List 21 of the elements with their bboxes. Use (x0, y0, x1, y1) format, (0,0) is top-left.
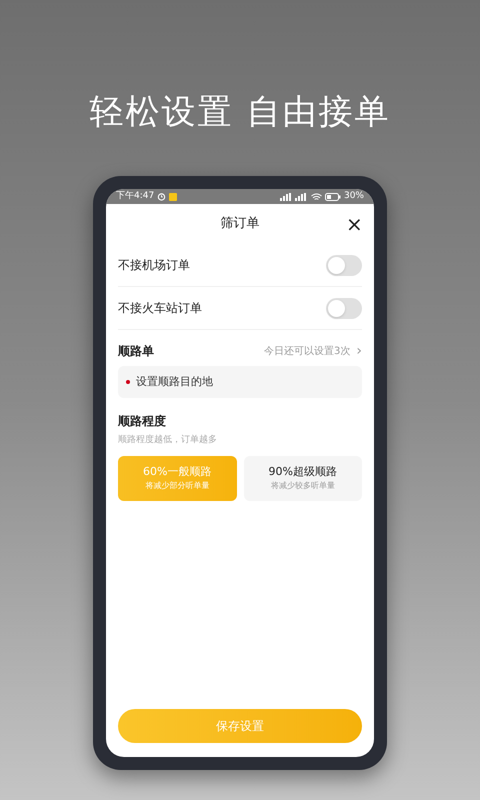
toggle-label: 不接机场订单 (118, 257, 191, 274)
sheet-title: 筛订单 (220, 215, 260, 234)
battery-level: 30% (344, 190, 364, 203)
route-level-option[interactable]: 90%超级顺路 将减少较多听单量 (244, 456, 362, 500)
toggle-switch[interactable] (326, 298, 362, 318)
section-title: 顺路程度 (118, 413, 167, 430)
headline: 轻松设置 自由接单 (90, 91, 390, 134)
destination-field[interactable]: 设置顺路目的地 (118, 366, 362, 398)
close-button[interactable]: × (346, 214, 362, 234)
section-subtitle: 顺路程度越低，订单越多 (118, 434, 218, 447)
section-title: 顺路单 (118, 343, 155, 360)
alarm-icon (157, 192, 166, 201)
toggle-switch[interactable] (326, 254, 362, 276)
notification-icon (169, 192, 178, 200)
toggle-label: 不接火车站订单 (118, 300, 203, 317)
remaining-hint: 今日还可以设置3次 (264, 344, 350, 358)
status-time: 下午4:47 (116, 190, 154, 203)
wifi-icon (310, 192, 322, 200)
signal-icon (280, 192, 308, 200)
chevron-icon: › (356, 344, 362, 358)
battery-icon (324, 192, 341, 200)
